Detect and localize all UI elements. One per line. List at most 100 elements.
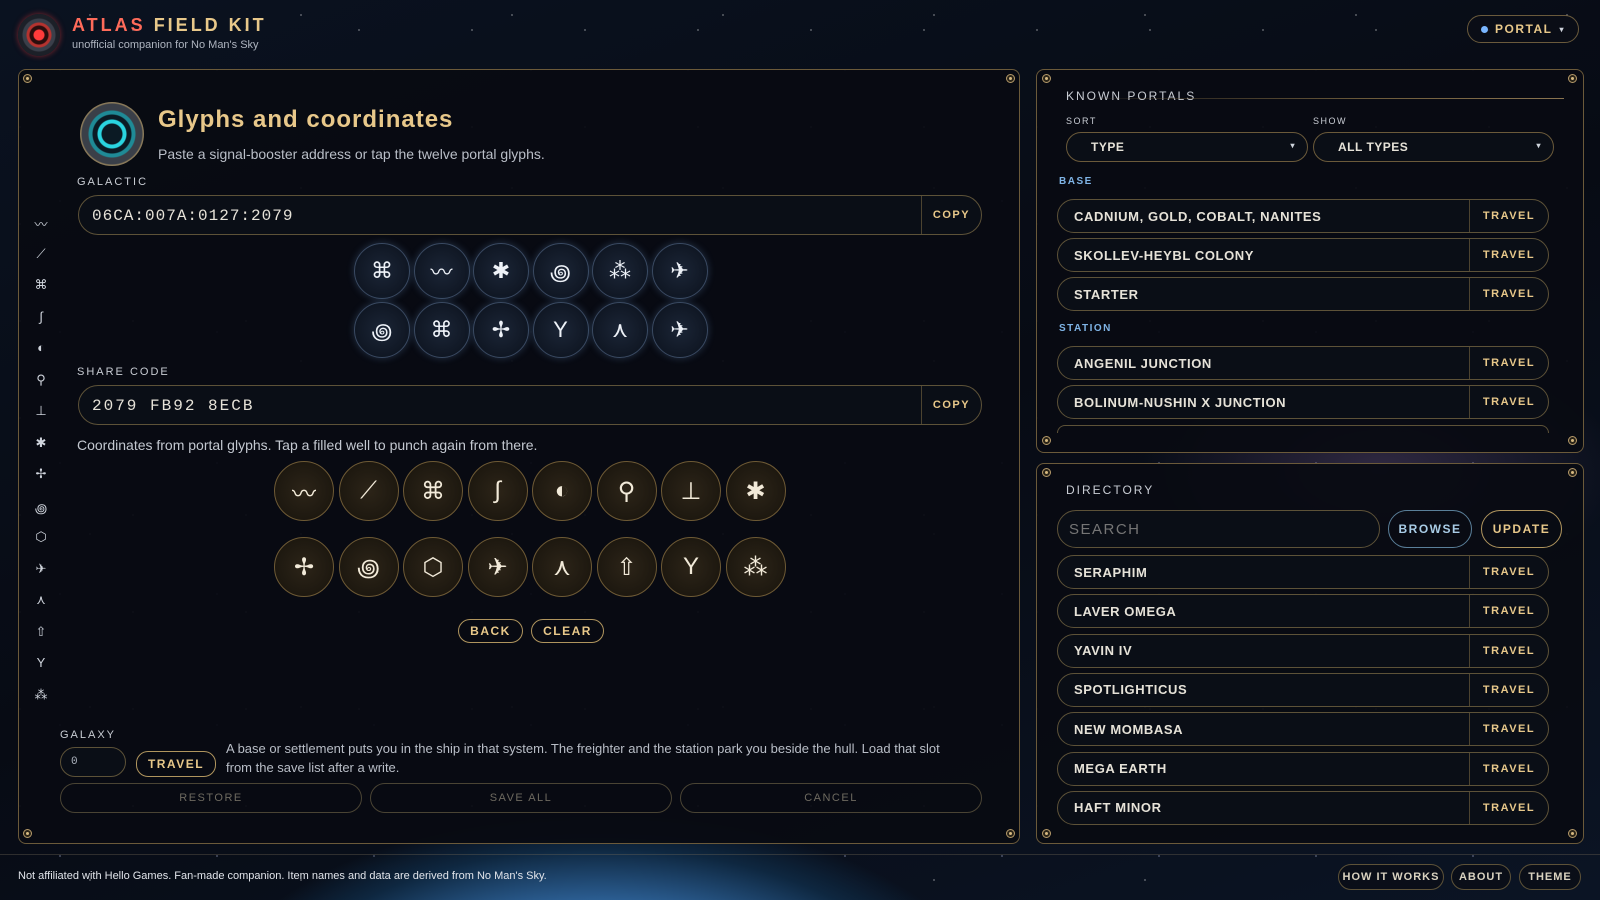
rivet-icon [23, 829, 32, 838]
sort-select[interactable]: TYPE ▾ [1066, 132, 1308, 162]
sort-value: TYPE [1091, 140, 1125, 154]
directory-item-name: NEW MOMBASA [1074, 721, 1184, 737]
rivet-icon [23, 74, 32, 83]
directory-item-row: SPOTLIGHTICUS TRAVEL [1057, 672, 1549, 707]
sidebar-tree-icon[interactable]: Y [32, 655, 50, 670]
keypad-ship-icon[interactable]: ✈ [467, 537, 528, 597]
sidebar-eclipse-moon-icon[interactable]: ◐ [32, 340, 50, 355]
directory-item-travel-button[interactable]: TRAVEL [1469, 595, 1548, 628]
sidebar-ship-icon[interactable]: ✈ [32, 561, 50, 577]
sidebar-diplo-icon[interactable]: ∫ [32, 309, 50, 324]
station-category-label: STATION [1059, 323, 1112, 334]
sidebar-hexagon-icon[interactable]: ⬡ [32, 529, 50, 545]
keypad-rocket-icon[interactable]: ⇧ [596, 537, 657, 597]
keypad-eclipse-moon-icon[interactable]: ◐ [532, 461, 592, 521]
keypad-boat-icon[interactable]: ⊥ [661, 461, 721, 521]
galactic-input[interactable]: 06CA:007A:0127:2079 [92, 207, 293, 225]
station-portal-travel-button[interactable]: TRAVEL [1469, 386, 1548, 418]
keypad-eclipse-icon[interactable]: 〰 [274, 461, 334, 521]
keypad-hexagon-icon[interactable]: ⬡ [403, 537, 463, 597]
footer-divider [0, 854, 1600, 855]
directory-item-row: YAVIN IV TRAVEL [1057, 633, 1549, 668]
keypad-bird-icon[interactable]: ⟋ [338, 461, 399, 521]
browse-button[interactable]: BROWSE [1388, 510, 1472, 548]
keypad-hint: Coordinates from portal glyphs. Tap a fi… [77, 437, 538, 453]
how-it-works-button[interactable]: HOW IT WORKS [1338, 864, 1444, 890]
galactic-label: GALACTIC [77, 176, 149, 188]
directory-item-row: HAFT MINOR TRAVEL [1057, 790, 1549, 825]
directory-search-input[interactable] [1057, 510, 1380, 548]
directory-item-travel-button[interactable]: TRAVEL [1469, 673, 1548, 706]
clear-button[interactable]: CLEAR [531, 619, 604, 643]
directory-item-travel-button[interactable]: TRAVEL [1469, 634, 1548, 667]
preview-spiral-icon: ꩜ [354, 302, 410, 358]
portal-menu-label: PORTAL [1495, 22, 1553, 36]
directory-item-travel-button[interactable]: TRAVEL [1469, 791, 1548, 824]
sidebar-triangles-icon[interactable]: ⁂ [32, 687, 50, 703]
keypad-balloon-icon[interactable]: ⚲ [596, 461, 657, 521]
keypad-diplo-icon[interactable]: ∫ [467, 461, 528, 521]
directory-item-travel-button[interactable]: TRAVEL [1469, 752, 1548, 785]
keypad-spiral-icon[interactable]: ꩜ [338, 537, 399, 597]
base-portal-travel-button[interactable]: TRAVEL [1469, 200, 1548, 232]
base-category-label: BASE [1059, 176, 1093, 187]
directory-item-travel-button[interactable]: TRAVEL [1469, 556, 1548, 588]
rivet-icon [1042, 829, 1051, 838]
show-select[interactable]: ALL TYPES ▾ [1313, 132, 1554, 162]
back-button[interactable]: BACK [458, 619, 523, 643]
app-logo [18, 14, 60, 56]
rivet-icon [1568, 74, 1577, 83]
preview-bug-icon: ✱ [473, 243, 529, 299]
portal-menu-button[interactable]: PORTAL ▾ [1467, 15, 1579, 43]
keypad-dragonfly-icon[interactable]: ✢ [274, 537, 334, 597]
rivet-icon [1006, 74, 1015, 83]
copy-share-button[interactable]: COPY [921, 386, 981, 424]
sidebar-rocket-icon[interactable]: ⇧ [32, 624, 50, 640]
galaxy-travel-button[interactable]: TRAVEL [136, 751, 216, 777]
base-portal-travel-button[interactable]: TRAVEL [1469, 278, 1548, 310]
base-portal-travel-button[interactable]: TRAVEL [1469, 239, 1548, 271]
directory-item-travel-button[interactable]: TRAVEL [1469, 713, 1548, 746]
sidebar-balloon-icon[interactable]: ⚲ [32, 372, 50, 388]
about-button[interactable]: ABOUT [1451, 864, 1511, 890]
share-code-field: 2079 FB92 8ECB COPY [78, 385, 982, 425]
sidebar-bird-icon[interactable]: ⟋ [32, 246, 50, 262]
restore-button[interactable]: RESTORE [60, 783, 362, 813]
theme-button[interactable]: THEME [1519, 864, 1581, 890]
travel-note: A base or settlement puts you in the shi… [226, 741, 940, 775]
update-button[interactable]: UPDATE [1481, 510, 1562, 548]
chevron-down-icon: ▾ [1290, 141, 1295, 150]
keypad-tree-icon[interactable]: Y [661, 537, 721, 597]
directory-item-name: SPOTLIGHTICUS [1074, 682, 1188, 698]
sidebar-sunset-icon[interactable]: ⌘ [32, 277, 50, 293]
station-portal-travel-button[interactable]: TRAVEL [1469, 347, 1548, 379]
save-all-button[interactable]: SAVE ALL [370, 783, 672, 813]
app-tagline: unofficial companion for No Man's Sky [72, 39, 259, 51]
sidebar-dragonfly-icon[interactable]: ✢ [32, 466, 50, 482]
status-dot-icon [1481, 25, 1489, 33]
cancel-button[interactable]: CANCEL [680, 783, 982, 813]
keypad-bug-icon[interactable]: ✱ [725, 461, 786, 521]
sidebar-boat-icon[interactable]: ⊥ [32, 403, 50, 419]
galaxy-label: GALAXY [60, 729, 117, 741]
share-code-label: SHARE CODE [77, 366, 170, 378]
directory-item-name: MEGA EARTH [1074, 761, 1167, 776]
directory-item-row: SERAPHIM TRAVEL [1057, 555, 1549, 589]
sidebar-eclipse-icon[interactable]: 〰 [32, 214, 50, 233]
footer-disclaimer: Not affiliated with Hello Games. Fan-mad… [18, 870, 547, 882]
share-code-input[interactable]: 2079 FB92 8ECB [92, 397, 254, 415]
sidebar-tent-icon[interactable]: ⋏ [32, 592, 50, 608]
copy-galactic-button[interactable]: COPY [921, 196, 981, 234]
sidebar-bug-icon[interactable]: ✱ [32, 435, 50, 451]
keypad-triangles-icon[interactable]: ⁂ [725, 537, 786, 597]
directory-item-name: LAVER OMEGA [1074, 603, 1177, 619]
sidebar-spiral-icon[interactable]: ꩜ [32, 498, 50, 518]
keypad-sunset-icon[interactable]: ⌘ [403, 461, 463, 521]
keypad-tent-icon[interactable]: ⋏ [532, 537, 592, 597]
title-divider [1066, 98, 1564, 99]
galactic-field: 06CA:007A:0127:2079 COPY [78, 195, 982, 235]
station-portal-row: BOLINUM-NUSHIN X JUNCTION TRAVEL [1057, 385, 1549, 419]
galaxy-input[interactable]: 0 [60, 747, 126, 777]
rivet-icon [1042, 74, 1051, 83]
preview-dragonfly-icon: ✢ [473, 302, 529, 358]
